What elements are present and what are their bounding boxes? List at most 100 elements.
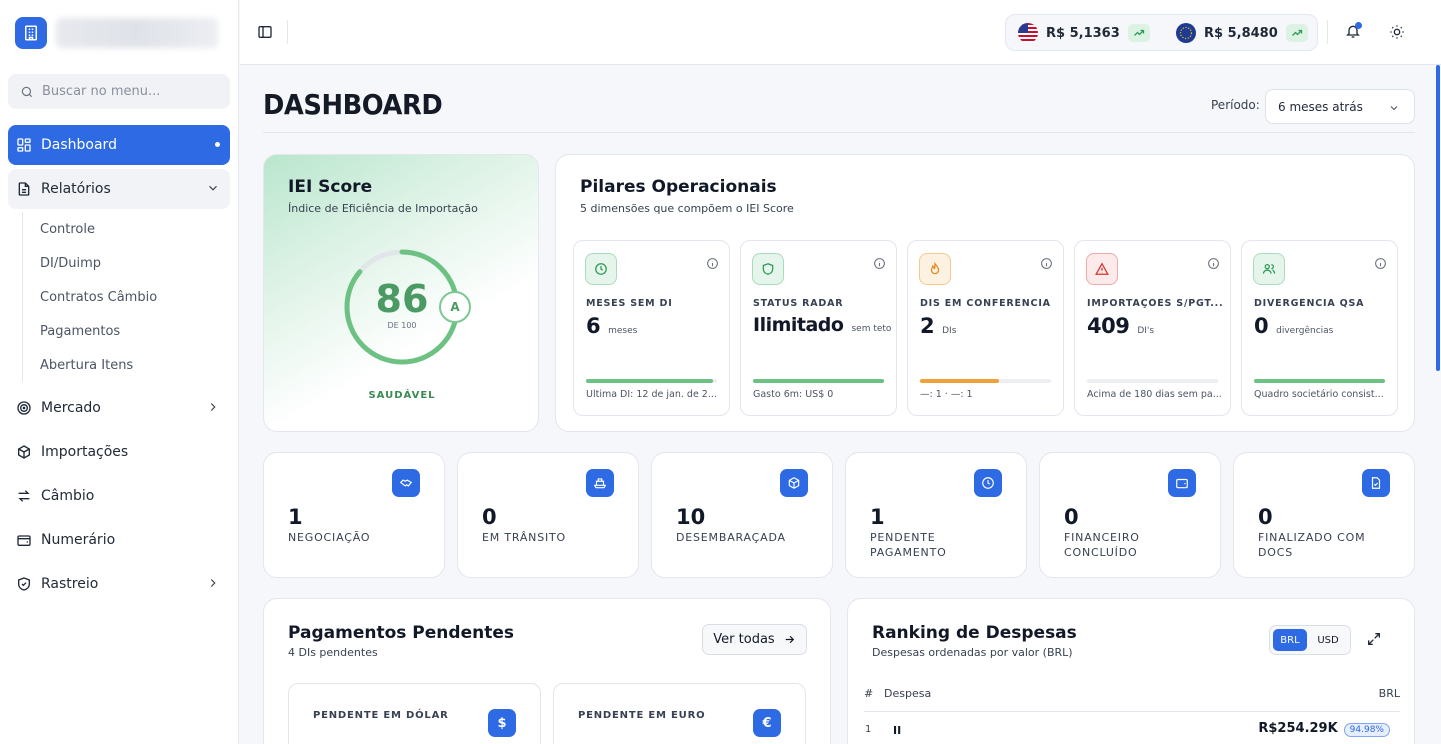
pendentes-subtitle: 4 DIs pendentes <box>288 646 378 659</box>
sidebar-item-numerario[interactable]: Numerário <box>8 520 230 560</box>
stat-card-em-transito[interactable]: 0 EM TRÂNSITO <box>457 452 639 578</box>
pilar-card-importacoes-sem-pgto[interactable]: IMPORTAÇÕES S/PGT... 409 DI's Acima de 18… <box>1074 240 1231 416</box>
sidebar-item-mercado[interactable]: Mercado <box>8 388 230 428</box>
pilares-card: Pilares Operacionais 5 dimensões que com… <box>555 154 1415 432</box>
pilar-card-dis-em-conferencia[interactable]: DIS EM CONFERÊNCIA 2 DIs —: 1 · —: 1 <box>907 240 1064 416</box>
sidebar-item-label: Câmbio <box>41 488 95 504</box>
period-select[interactable]: 6 meses atrás <box>1265 89 1415 124</box>
stat-card-finalizado-com-docs[interactable]: 0 FINALIZADO COM DOCS <box>1233 452 1415 578</box>
usd-rate: R$ 5,1363 <box>1018 23 1150 43</box>
menu-search[interactable] <box>8 74 230 109</box>
stat-icon-box <box>974 469 1002 497</box>
sidebar-item-importacoes[interactable]: Importações <box>8 432 230 472</box>
pilar-value-unit: divergências <box>1276 326 1334 336</box>
eu-flag-icon <box>1176 23 1196 43</box>
pilar-footer: Gasto 6m: US$ 0 <box>753 389 834 400</box>
sidebar-item-rastreio[interactable]: Rastreio <box>8 564 230 604</box>
pilar-footer: Última DI: 12 de jan. de 2... <box>586 389 717 400</box>
currency-option-brl[interactable]: BRL <box>1273 629 1307 651</box>
submenu-item-controle[interactable]: Controle <box>40 222 95 237</box>
submenu-item-contratos-cambio[interactable]: Contratos Câmbio <box>40 290 157 305</box>
info-icon[interactable] <box>706 257 719 270</box>
scrollbar-thumb[interactable] <box>1436 65 1440 371</box>
stat-value: 0 <box>1258 505 1273 529</box>
dollar-icon: $ <box>488 709 516 737</box>
sun-icon[interactable] <box>1389 24 1405 40</box>
building-icon <box>25 25 37 41</box>
stat-card-desembaracada[interactable]: 10 DESEMBARAÇADA <box>651 452 833 578</box>
pilar-label: DIS EM CONFERÊNCIA <box>920 298 1051 309</box>
submenu-item-pagamentos[interactable]: Pagamentos <box>40 324 120 339</box>
pilar-progress <box>753 379 884 383</box>
clock-icon <box>982 477 994 489</box>
pilar-card-status-radar[interactable]: STATUS RADAR Ilimitado sem teto Gasto 6m:… <box>740 240 897 416</box>
sidebar-item-label: Importações <box>41 444 129 460</box>
info-icon[interactable] <box>1040 257 1053 270</box>
sidebar-item-label: Rastreio <box>41 576 99 592</box>
file-text-icon <box>18 182 30 196</box>
package-icon <box>18 445 30 459</box>
stat-value: 10 <box>676 505 706 529</box>
pilar-value: 2 DIs <box>920 314 956 338</box>
chevron-right-icon <box>210 579 216 587</box>
stat-value: 0 <box>1064 505 1079 529</box>
currency-option-usd[interactable]: USD <box>1311 629 1345 651</box>
ranking-title: Ranking de Despesas <box>872 623 1077 643</box>
topbar: R$ 5,1363 R$ 5,8480 <box>240 0 1441 65</box>
pilar-value-number: 2 <box>920 314 935 338</box>
sidebar-item-dashboard[interactable]: Dashboard <box>8 125 230 165</box>
pilar-footer: Quadro societário consist... <box>1254 389 1384 400</box>
pilar-value-number: 0 <box>1254 314 1269 338</box>
pilar-value-number: 6 <box>586 314 601 338</box>
info-icon[interactable] <box>1207 257 1220 270</box>
usd-rate-value: R$ 5,1363 <box>1046 25 1120 41</box>
clock-icon <box>595 263 607 275</box>
app-logo[interactable] <box>15 17 47 49</box>
submenu-item-di-duimp[interactable]: DI/Duimp <box>40 256 101 271</box>
stat-label: PENDENTE PAGAMENTO <box>870 531 947 559</box>
sidebar-item-cambio[interactable]: Câmbio <box>8 476 230 516</box>
pilar-icon-box <box>919 253 951 285</box>
row-name: II <box>893 724 902 737</box>
expand-icon[interactable] <box>1366 631 1382 647</box>
active-dot <box>215 142 220 147</box>
stat-card-pendente-pagamento[interactable]: 1 PENDENTE PAGAMENTO <box>845 452 1027 578</box>
stat-label: EM TRÂNSITO <box>482 531 567 544</box>
sidebar-toggle-icon[interactable] <box>257 24 273 40</box>
stat-card-financeiro-concluido[interactable]: 0 FINANCEIRO CONCLUÍDO <box>1039 452 1221 578</box>
iei-score-max: DE 100 <box>387 321 417 330</box>
currency-toggle: BRL USD <box>1269 625 1351 655</box>
notification-dot <box>1355 22 1362 29</box>
info-icon[interactable] <box>873 257 886 270</box>
ver-todas-button[interactable]: Ver todas <box>702 624 807 655</box>
submenu-item-abertura-itens[interactable]: Abertura Itens <box>40 358 133 373</box>
sidebar-item-label: Relatórios <box>41 181 111 197</box>
stat-label: NEGOCIAÇÃO <box>288 531 371 544</box>
pilar-value: 6 meses <box>586 314 637 338</box>
stat-label: DESEMBARAÇADA <box>676 531 786 544</box>
pilar-card-meses-sem-di[interactable]: MESES SEM DI 6 meses Última DI: 12 de jan… <box>573 240 730 416</box>
pilar-value-number: Ilimitado <box>753 314 844 336</box>
pilar-icon-box <box>752 253 784 285</box>
grade-badge: A <box>439 291 471 323</box>
chevron-down-icon <box>209 185 217 191</box>
chevron-down-icon <box>1390 106 1398 111</box>
stat-card-negociacao[interactable]: 1 NEGOCIAÇÃO <box>263 452 445 578</box>
iei-status: SAUDÁVEL <box>368 390 436 401</box>
pilar-icon-box <box>1086 253 1118 285</box>
pagamentos-pendentes-card: Pagamentos Pendentes 4 DIs pendentes Ver… <box>263 598 831 744</box>
warning-icon <box>1095 262 1109 275</box>
pendente-dolar-card[interactable]: PENDENTE EM DÓLAR $ <box>288 683 541 744</box>
trend-up-badge <box>1285 24 1308 42</box>
period-label: Período: <box>1211 98 1260 112</box>
pilares-subtitle: 5 dimensões que compõem o IEI Score <box>580 202 794 215</box>
pilares-title: Pilares Operacionais <box>580 177 777 197</box>
info-icon[interactable] <box>1374 257 1387 270</box>
menu-search-input[interactable] <box>42 84 212 99</box>
row-value-group: R$254.29K 94.98% <box>1258 721 1390 737</box>
company-name-redacted <box>56 18 218 48</box>
page-title: DASHBOARD <box>263 88 443 121</box>
sidebar-item-relatorios[interactable]: Relatórios <box>8 169 230 209</box>
pilar-card-divergencia-qsa[interactable]: DIVERGÊNCIA QSA 0 divergências Quadro soc… <box>1241 240 1398 416</box>
pendente-euro-card[interactable]: PENDENTE EM EURO € <box>553 683 806 744</box>
